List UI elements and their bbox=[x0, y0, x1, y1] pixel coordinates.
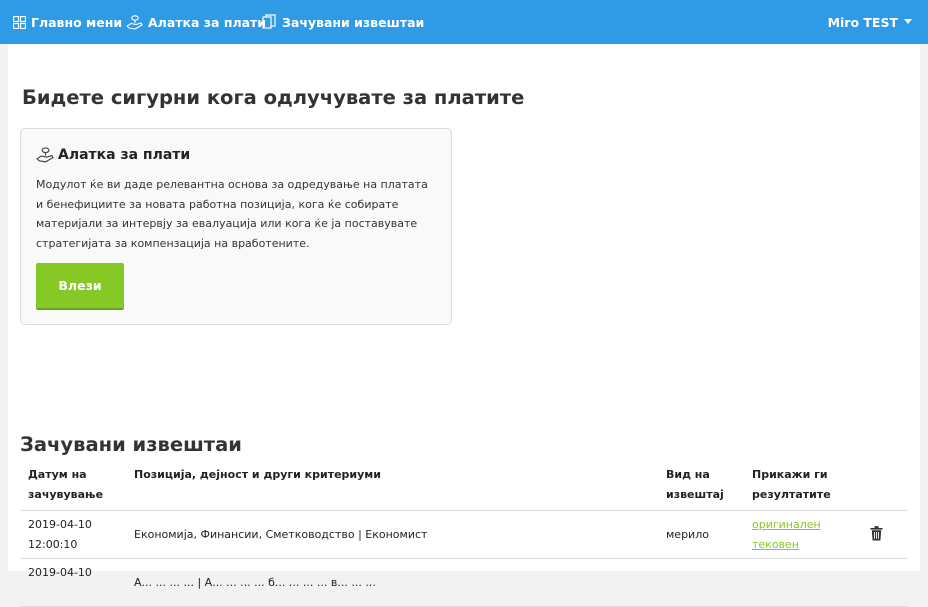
header-position: Позиција, дејност и други критериуми bbox=[134, 465, 654, 485]
row-results-links: оригинален тековен bbox=[752, 515, 852, 555]
table-row: 2019-04-10 12:00:10 Економија, Финансии,… bbox=[20, 511, 908, 559]
table-header: Датум на зачувување Позиција, дејност и … bbox=[20, 463, 908, 511]
pay-tool-card: Алатка за плати Модулот ќе ви даде релев… bbox=[20, 128, 452, 325]
row-position: А... ... ... ... | А... ... ... ... б...… bbox=[134, 573, 654, 593]
row-date: 2019-04-10 bbox=[28, 515, 128, 535]
saved-reports-table: Датум на зачувување Позиција, дејност и … bbox=[20, 463, 908, 607]
header-type: Вид на извештај bbox=[666, 465, 736, 505]
row-position: Економија, Финансии, Сметководство | Еко… bbox=[134, 525, 654, 545]
card-header: Алатка за плати bbox=[36, 146, 190, 164]
nav-pay-tool-label: Алатка за плати bbox=[148, 15, 266, 30]
header-date: Датум на зачувување bbox=[28, 465, 128, 505]
row-time: 12:00:10 bbox=[28, 535, 128, 555]
nav-saved-reports[interactable]: Зачувани извештаи bbox=[262, 0, 424, 44]
header-show-results: Прикажи ги резултатите bbox=[752, 465, 852, 505]
user-menu[interactable]: Miro TEST bbox=[828, 0, 912, 44]
top-navbar: Главно мени Алатка за плати Зачувани изв… bbox=[0, 0, 928, 44]
delete-button[interactable] bbox=[870, 526, 883, 548]
row-date-cell: 2019-04-10 bbox=[28, 563, 128, 583]
nav-home-label: Главно мени bbox=[31, 15, 122, 30]
main-content: Бидете сигурни кога одлучувате за платит… bbox=[8, 44, 920, 571]
user-name: Miro TEST bbox=[828, 15, 898, 30]
current-results-link[interactable]: тековен bbox=[752, 535, 852, 555]
trash-icon bbox=[870, 526, 883, 541]
row-date-cell: 2019-04-10 12:00:10 bbox=[28, 515, 128, 555]
row-date: 2019-04-10 bbox=[28, 563, 128, 583]
enter-button[interactable]: Влези bbox=[36, 263, 124, 310]
nav-saved-reports-label: Зачувани извештаи bbox=[282, 15, 424, 30]
grid-icon bbox=[13, 16, 26, 29]
row-type: мерило bbox=[666, 525, 736, 545]
copy-icon bbox=[262, 14, 277, 30]
card-title: Алатка за плати bbox=[58, 147, 190, 163]
hand-coin-icon bbox=[126, 14, 143, 31]
hand-coin-icon bbox=[36, 146, 54, 164]
page-title: Бидете сигурни кога одлучувате за платит… bbox=[22, 86, 524, 109]
original-results-link[interactable]: оригинален bbox=[752, 515, 852, 535]
saved-reports-title: Зачувани извештаи bbox=[20, 433, 242, 456]
caret-down-icon bbox=[904, 19, 912, 24]
nav-pay-tool[interactable]: Алатка за плати bbox=[126, 0, 266, 44]
table-row: 2019-04-10 А... ... ... ... | А... ... .… bbox=[20, 559, 908, 607]
card-description: Модулот ќе ви даде релевантна основа за … bbox=[36, 175, 436, 253]
nav-home[interactable]: Главно мени bbox=[13, 0, 122, 44]
